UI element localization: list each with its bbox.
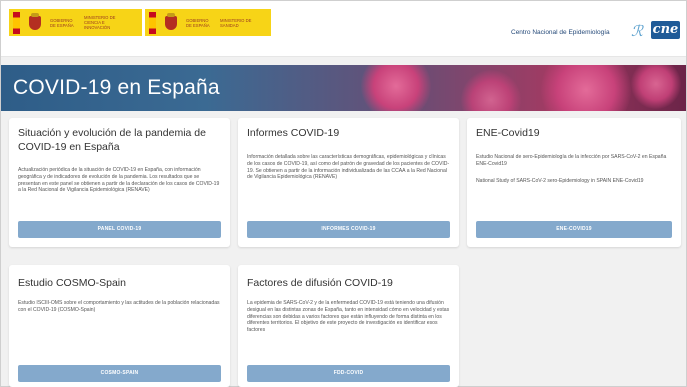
card-description: Información detallada sobre las caracter… [247, 154, 450, 181]
card-title: Factores de difusión COVID-19 [247, 277, 393, 289]
gobierno-sanidad-logo[interactable]: GOBIERNO DE ESPAÑA MINISTERIO DE SANIDAD [145, 9, 271, 36]
site-header: GOBIERNO DE ESPAÑA MINISTERIO DE CIENCIA… [1, 1, 686, 57]
spain-coat-of-arms-icon [26, 12, 44, 33]
cosmo-spain-button[interactable]: COSMO-SPAIN [18, 365, 221, 382]
fdd-covid-button[interactable]: FDD-COVID [247, 365, 450, 382]
virus-image-icon [461, 70, 521, 111]
card-title: Estudio COSMO-Spain [18, 277, 126, 289]
hero-banner: COVID-19 en España [1, 65, 686, 111]
card-informes: Informes COVID-19 Información detallada … [238, 118, 459, 247]
spain-coat-of-arms-icon [162, 12, 180, 33]
page-title: COVID-19 en España [13, 76, 220, 99]
ministerio-text: MINISTERIO DE CIENCIA E INNOVACIÓN [84, 15, 116, 30]
card-description: Estudio Nacional de sero-Epidemiología d… [476, 154, 667, 167]
gobierno-text: GOBIERNO DE ESPAÑA [186, 17, 210, 28]
virus-image-icon [361, 65, 431, 111]
virus-image-icon [631, 65, 681, 109]
card-description: La epidemia de SARS-CoV-2 y de la enferm… [247, 300, 450, 334]
card-description-english: National Study of SARS-CoV-2 sero-Epidem… [476, 178, 644, 184]
ministerio-text: MINISTERIO DE SANIDAD [220, 17, 252, 28]
informes-covid19-button[interactable]: INFORMES COVID-19 [247, 221, 450, 238]
spain-flag-icon [13, 11, 20, 34]
panel-covid19-button[interactable]: PANEL COVID-19 [18, 221, 221, 238]
card-situacion-evolucion: Situación y evolución de la pandemia de … [9, 118, 230, 247]
card-cosmo-spain: Estudio COSMO-Spain Estudio ISCIII-OMS s… [9, 265, 230, 387]
card-title: ENE-Covid19 [476, 127, 540, 139]
spain-flag-icon [149, 11, 156, 34]
virus-image-icon [541, 65, 631, 111]
card-ene-covid19: ENE-Covid19 Estudio Nacional de sero-Epi… [467, 118, 681, 247]
card-description: Actualización periódica de la situación … [18, 167, 220, 194]
cne-logo-text: cne [651, 21, 680, 39]
gobierno-text: GOBIERNO DE ESPAÑA [50, 17, 74, 28]
card-title: Situación y evolución de la pandemia de … [18, 127, 206, 153]
cne-figure-icon: ℛ [631, 22, 643, 40]
ene-covid19-button[interactable]: ENE-COVID19 [476, 221, 672, 238]
card-factores-difusion: Factores de difusión COVID-19 La epidemi… [238, 265, 459, 387]
card-title: Informes COVID-19 [247, 127, 340, 139]
page: GOBIERNO DE ESPAÑA MINISTERIO DE CIENCIA… [0, 0, 687, 387]
card-description: Estudio ISCIII-OMS sobre el comportamien… [18, 300, 220, 313]
cne-logo[interactable]: ℛ cne [631, 20, 683, 42]
centro-nacional-link[interactable]: Centro Nacional de Epidemiología [511, 29, 610, 36]
gobierno-ciencia-logo[interactable]: GOBIERNO DE ESPAÑA MINISTERIO DE CIENCIA… [9, 9, 142, 36]
